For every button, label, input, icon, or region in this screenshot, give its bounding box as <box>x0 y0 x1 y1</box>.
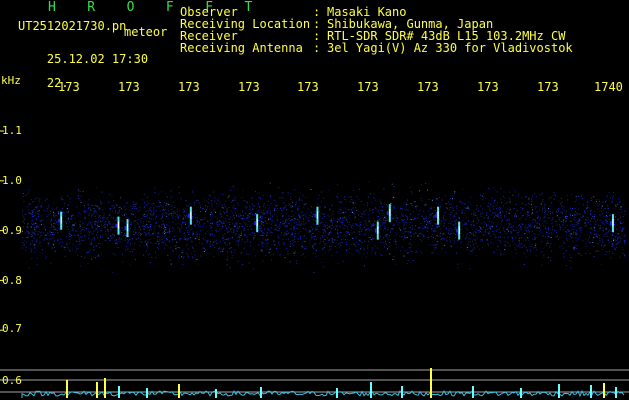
spectrum-spike <box>336 388 338 398</box>
meteor-echo <box>435 206 440 225</box>
noise-band <box>22 181 626 273</box>
spectrum-spike <box>178 384 180 398</box>
spectrum-spike <box>603 383 605 398</box>
spectrogram <box>0 130 629 398</box>
hrofft-window: H R O F F T UT2512021730.pn meteor 25.12… <box>0 0 629 400</box>
spectrum-spike <box>401 386 403 398</box>
spectrum-spike <box>118 386 120 398</box>
meteor-echo <box>456 221 461 240</box>
spectrum-spike <box>96 382 98 398</box>
meteor-echo <box>314 206 319 225</box>
spectrum-spike <box>146 388 148 398</box>
meteor-echo <box>609 214 614 233</box>
tick-marks <box>0 130 4 381</box>
meteor-echo <box>254 214 259 233</box>
spectrum-spike <box>66 380 68 398</box>
spectrum-spike <box>370 382 372 398</box>
spectrum-spike <box>520 388 522 398</box>
signal-spectrum <box>21 368 625 398</box>
spectrum-spike <box>260 387 262 398</box>
spectrum-spike <box>430 368 432 398</box>
spectrum-spike <box>615 387 617 398</box>
spectrum-spike <box>472 386 474 398</box>
spectrum-spike <box>104 378 106 398</box>
spectrum-spike <box>215 389 217 398</box>
guide-lines <box>0 369 629 393</box>
spectrum-spike <box>558 384 560 398</box>
spectrum-spike <box>590 385 592 398</box>
